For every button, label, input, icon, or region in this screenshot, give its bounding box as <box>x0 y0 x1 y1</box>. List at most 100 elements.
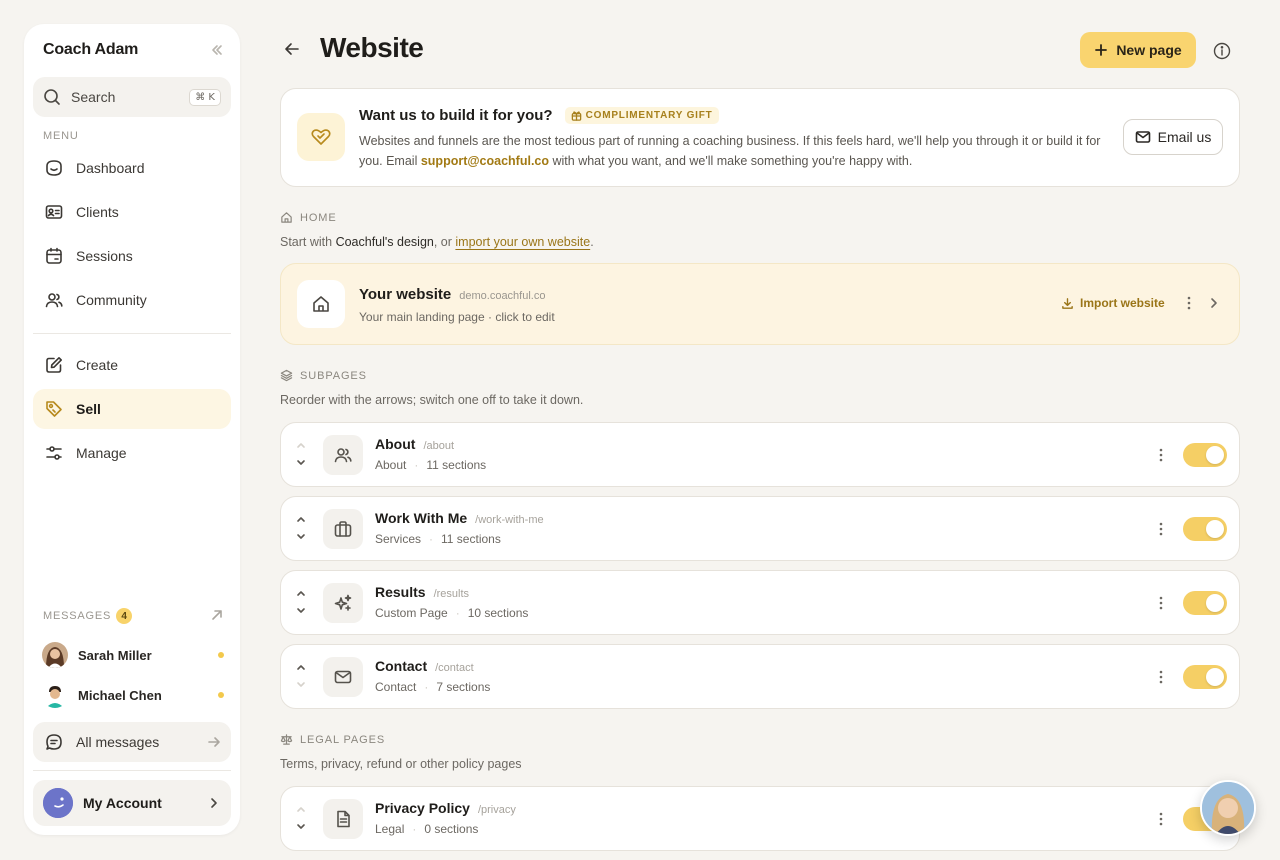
move-down-icon[interactable] <box>295 531 307 543</box>
info-icon[interactable] <box>1212 41 1232 61</box>
toggle-knob <box>1206 520 1224 538</box>
page-type: Contact <box>375 680 417 694</box>
sidebar-item-dashboard[interactable]: Dashboard <box>33 148 231 188</box>
more-options-icon[interactable] <box>1153 521 1169 537</box>
move-up-icon[interactable] <box>295 803 307 815</box>
legal-section-subtitle: Terms, privacy, refund or other policy p… <box>280 757 522 771</box>
page-sections-count: 10 sections <box>467 606 529 620</box>
page-type: Custom Page <box>375 606 448 620</box>
sidebar-header: Coach Adam <box>43 40 224 60</box>
toggle-knob <box>1206 668 1224 686</box>
id-card-icon <box>44 202 64 222</box>
website-domain: demo.coachful.co <box>459 290 546 302</box>
page-visibility-toggle[interactable] <box>1183 517 1227 541</box>
open-messages-icon[interactable] <box>210 608 224 622</box>
page-row-results[interactable]: Results /results Custom Page · 10 sections <box>280 570 1240 635</box>
page-visibility-toggle[interactable] <box>1183 665 1227 689</box>
meta-separator: · <box>455 606 460 620</box>
gift-badge-label: COMPLIMENTARY GIFT <box>585 110 713 121</box>
website-title: Your website <box>359 286 452 303</box>
more-options-icon[interactable] <box>1153 811 1169 827</box>
all-messages-label: All messages <box>76 734 160 750</box>
page-meta: Contact · 7 sections <box>375 680 490 694</box>
sidebar-item-clients[interactable]: Clients <box>33 192 231 232</box>
sidebar-item-sessions[interactable]: Sessions <box>33 236 231 276</box>
page-sections-count: 7 sections <box>436 680 491 694</box>
tag-icon <box>44 399 64 419</box>
coachful-design-text: Coachful's design <box>335 235 434 249</box>
support-chat-avatar[interactable] <box>1200 780 1256 836</box>
edit-icon <box>44 355 64 375</box>
page-row-privacy-policy[interactable]: Privacy Policy /privacy Legal · 0 sections <box>280 786 1240 851</box>
new-page-button[interactable]: New page <box>1080 32 1196 68</box>
subtitle-text: , or <box>433 235 456 249</box>
move-down-icon[interactable] <box>295 821 307 833</box>
people-icon <box>323 435 363 475</box>
thread-name: Michael Chen <box>78 687 162 703</box>
move-down-icon[interactable] <box>295 457 307 469</box>
menu-section-label: MENU <box>43 130 79 142</box>
sidebar-item-create[interactable]: Create <box>33 345 231 385</box>
chevron-right-icon[interactable] <box>1207 296 1221 310</box>
search-shortcut: ⌘ K <box>189 88 221 106</box>
page-slug: /results <box>433 588 470 600</box>
promo-body-text: with what you want, and we'll make somet… <box>549 154 913 168</box>
move-up-icon[interactable] <box>295 513 307 525</box>
support-email-link[interactable]: support@coachful.co <box>421 154 549 168</box>
page-meta: Custom Page · 10 sections <box>375 606 528 620</box>
move-up-icon[interactable] <box>295 587 307 599</box>
reorder-controls <box>295 513 309 547</box>
subtitle-text: Start with <box>280 235 336 249</box>
sidebar-item-label: Manage <box>76 445 127 461</box>
more-options-icon[interactable] <box>1153 595 1169 611</box>
my-account-button[interactable]: My Account <box>33 780 231 826</box>
unread-dot <box>218 652 224 658</box>
email-us-button[interactable]: Email us <box>1123 119 1223 155</box>
page-row-about[interactable]: About /about About · 11 sections <box>280 422 1240 487</box>
message-thread-sarah[interactable]: Sarah Miller <box>42 641 224 669</box>
page-title: Website <box>320 32 424 63</box>
page-title-row: Contact /contact <box>375 658 474 674</box>
message-thread-michael[interactable]: Michael Chen <box>42 681 224 709</box>
website-title-row: Your website demo.coachful.co <box>359 286 545 303</box>
page-meta: Legal · 0 sections <box>375 822 478 836</box>
all-messages-button[interactable]: All messages <box>33 722 231 762</box>
search-button[interactable]: Search ⌘ K <box>33 77 231 117</box>
gift-icon <box>571 110 586 121</box>
sidebar-item-manage[interactable]: Manage <box>33 433 231 473</box>
plus-icon <box>1094 43 1108 57</box>
meta-separator: · <box>429 532 434 546</box>
mail-icon <box>1135 129 1151 145</box>
sidebar-item-community[interactable]: Community <box>33 280 231 320</box>
import-website-link[interactable]: import your own website <box>455 235 590 249</box>
toggle-knob <box>1206 446 1224 464</box>
move-up-icon[interactable] <box>295 439 307 451</box>
sidebar-item-sell[interactable]: Sell <box>33 389 231 429</box>
promo-title-row: Want us to build it for you? COMPLIMENTA… <box>359 107 719 124</box>
more-options-icon[interactable] <box>1153 447 1169 463</box>
sidebar: Coach Adam Search ⌘ K MENU Dashboard Cli… <box>24 24 240 835</box>
page-visibility-toggle[interactable] <box>1183 591 1227 615</box>
page-row-work-with-me[interactable]: Work With Me /work-with-me Services · 11 s… <box>280 496 1240 561</box>
page-type: About <box>375 458 407 472</box>
page-row-contact[interactable]: Contact /contact Contact · 7 sections <box>280 644 1240 709</box>
toggle-knob <box>1206 594 1224 612</box>
more-options-icon[interactable] <box>1153 669 1169 685</box>
page-visibility-toggle[interactable] <box>1183 443 1227 467</box>
website-subtitle: Your main landing page · click to edit <box>359 310 555 324</box>
chevron-right-icon <box>207 796 221 810</box>
collapse-sidebar-icon[interactable] <box>210 43 224 57</box>
move-down-icon[interactable] <box>295 679 307 691</box>
import-website-button[interactable]: Import website <box>1061 296 1165 310</box>
move-down-icon[interactable] <box>295 605 307 617</box>
your-website-card[interactable]: Your website demo.coachful.co Your main … <box>280 263 1240 345</box>
workspace-name: Coach Adam <box>43 41 139 58</box>
more-options-icon[interactable] <box>1181 295 1197 311</box>
move-up-icon[interactable] <box>295 661 307 673</box>
page-meta: About · 11 sections <box>375 458 486 472</box>
sidebar-divider <box>33 333 231 334</box>
sidebar-item-label: Sell <box>76 401 101 417</box>
scale-icon <box>280 733 300 746</box>
back-arrow-icon[interactable] <box>282 39 302 59</box>
document-icon <box>323 799 363 839</box>
